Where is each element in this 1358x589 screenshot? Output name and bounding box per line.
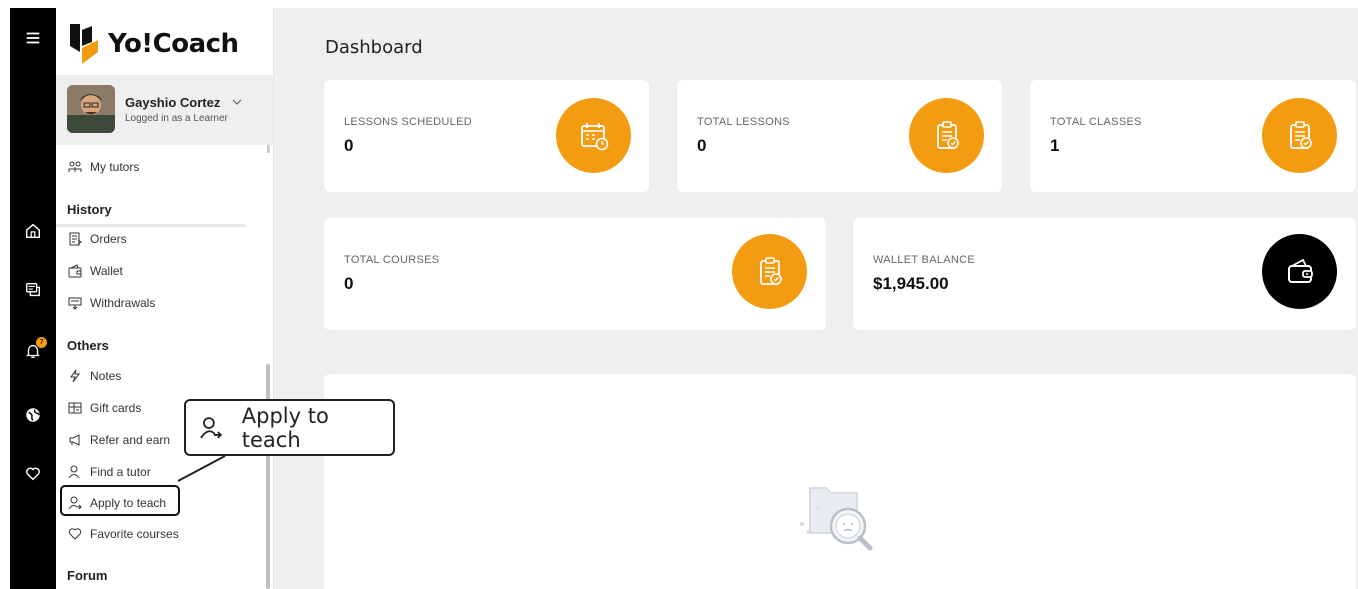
home-icon[interactable] xyxy=(10,211,56,251)
clipboard-check-icon xyxy=(732,234,807,309)
clipboard-check-icon xyxy=(909,98,984,173)
scrollbar-thumb[interactable] xyxy=(266,364,270,589)
heart-icon[interactable] xyxy=(10,454,56,494)
icon-rail: 7 xyxy=(10,8,56,589)
sidebar-item-find-a-tutor[interactable]: Find a tutor xyxy=(68,461,151,483)
empty-state-panel xyxy=(324,374,1356,589)
sidebar-item-withdrawals[interactable]: Withdrawals xyxy=(68,292,155,314)
yocoach-logo-icon xyxy=(70,24,98,64)
withdrawals-icon xyxy=(68,297,82,310)
card-value: 1 xyxy=(1050,136,1060,155)
hamburger-icon[interactable] xyxy=(10,18,56,58)
sidebar-item-orders[interactable]: Orders xyxy=(68,228,127,250)
sidebar-item-label: My tutors xyxy=(90,160,140,174)
profile-name: Gayshio Cortez xyxy=(125,95,221,110)
sidebar-item-label: Notes xyxy=(90,369,122,383)
sidebar-item-favorite-courses[interactable]: Favorite courses xyxy=(68,523,179,545)
card-label: TOTAL CLASSES xyxy=(1050,116,1142,128)
tutors-icon xyxy=(68,161,82,172)
sidebar-item-label: Refer and earn xyxy=(90,433,171,447)
section-others: Others xyxy=(67,338,109,353)
globe-icon[interactable] xyxy=(10,395,56,435)
wallet-icon xyxy=(68,264,82,278)
card-label: TOTAL LESSONS xyxy=(697,116,790,128)
sidebar-item-label: Wallet xyxy=(90,264,123,278)
card-lessons-scheduled[interactable]: LESSONS SCHEDULED 0 xyxy=(324,80,649,192)
highlight-box xyxy=(60,485,180,516)
apply-to-teach-callout: Apply to teach xyxy=(184,399,395,456)
profile-card[interactable]: Gayshio Cortez Logged in as a Learner xyxy=(56,75,273,145)
card-label: LESSONS SCHEDULED xyxy=(344,116,472,128)
gift-card-icon xyxy=(68,402,82,414)
page-title: Dashboard xyxy=(325,37,423,58)
sidebar-item-my-tutors[interactable]: My tutors xyxy=(68,156,139,178)
calendar-clock-icon xyxy=(556,98,631,173)
chevron-down-icon[interactable] xyxy=(232,97,242,107)
empty-folder-search-icon xyxy=(800,487,873,551)
card-value: 0 xyxy=(697,136,707,155)
sidebar-item-label: Orders xyxy=(90,232,127,246)
sidebar: Yo!Coach Gayshio Cortez Logged in as a L… xyxy=(56,8,274,589)
sidebar-item-wallet[interactable]: Wallet xyxy=(68,260,123,282)
card-total-courses[interactable]: TOTAL COURSES 0 xyxy=(324,218,826,330)
avatar xyxy=(67,85,115,133)
profile-role: Logged in as a Learner xyxy=(125,113,228,124)
notes-icon xyxy=(70,369,80,383)
heart-outline-icon xyxy=(68,528,82,540)
card-value: 0 xyxy=(344,274,354,293)
main-content: Dashboard LESSONS SCHEDULED 0 TOTAL LESS… xyxy=(274,8,1358,589)
brand-name: Yo!Coach xyxy=(108,29,239,59)
card-label: TOTAL COURSES xyxy=(344,254,440,266)
card-wallet-balance[interactable]: WALLET BALANCE $1,945.00 xyxy=(853,218,1356,330)
sidebar-item-refer-and-earn[interactable]: Refer and earn xyxy=(68,429,170,451)
sidebar-item-label: Withdrawals xyxy=(90,296,156,310)
divider xyxy=(56,224,246,227)
bell-icon[interactable]: 7 xyxy=(10,331,56,371)
orders-icon xyxy=(69,232,82,246)
wallet-icon xyxy=(1262,234,1337,309)
section-forum: Forum xyxy=(67,568,108,583)
clipboard-check-icon xyxy=(1262,98,1337,173)
card-value: $1,945.00 xyxy=(873,274,949,293)
brand-logo[interactable]: Yo!Coach xyxy=(68,16,239,72)
sidebar-item-label: Gift cards xyxy=(90,401,142,415)
sidebar-item-gift-cards[interactable]: Gift cards xyxy=(68,397,141,419)
callout-label: Apply to teach xyxy=(241,403,329,452)
scrollbar-marker xyxy=(267,145,270,153)
card-total-lessons[interactable]: TOTAL LESSONS 0 xyxy=(677,80,1002,192)
sidebar-item-label: Favorite courses xyxy=(90,527,179,541)
sidebar-item-notes[interactable]: Notes xyxy=(68,365,121,387)
notification-badge: 7 xyxy=(36,337,47,348)
card-total-classes[interactable]: TOTAL CLASSES 1 xyxy=(1030,80,1356,192)
section-history: History xyxy=(67,202,112,217)
card-value: 0 xyxy=(344,136,354,155)
chat-icon[interactable] xyxy=(10,270,56,310)
user-icon xyxy=(68,465,80,479)
megaphone-icon xyxy=(69,434,80,446)
sidebar-item-label: Find a tutor xyxy=(90,465,151,479)
card-label: WALLET BALANCE xyxy=(873,254,976,266)
user-arrow-icon xyxy=(200,416,223,439)
